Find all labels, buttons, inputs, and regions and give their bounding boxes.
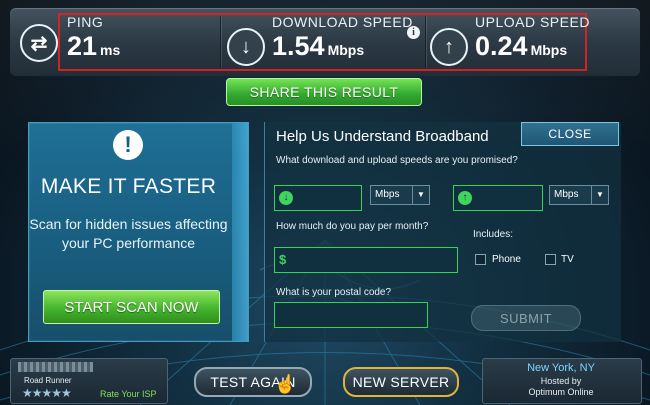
host-name: Optimum Online [528,387,594,397]
pay-question: How much do you pay per month? [276,221,429,232]
upload-unit-value: Mbps [554,189,579,200]
download-metric: DOWNLOAD SPEED 1.54 Mbps [272,14,413,70]
upload-arrow-icon: ↑ [458,191,472,205]
server-city[interactable]: New York, NY [482,362,640,374]
chevron-down-icon: ▼ [591,186,608,204]
close-button[interactable]: CLOSE [521,122,619,146]
phone-label: Phone [492,254,521,265]
upload-value: 0.24 [475,31,528,61]
upload-unit-select[interactable]: Mbps ▼ [549,185,609,205]
submit-button[interactable]: SUBMIT [471,305,581,331]
isp-logo [18,362,93,372]
cursor-hand-icon: ☝ [274,374,297,394]
download-unit-value: Mbps [375,189,400,200]
upload-value-line: 0.24 Mbps [475,31,590,62]
upload-metric: UPLOAD SPEED 0.24 Mbps [475,14,590,70]
tv-label: TV [561,254,574,265]
download-unit: Mbps [327,42,365,58]
hosted-by-label: Hosted by [540,376,582,386]
promo-text: Scan for hidden issues affecting your PC… [29,216,228,251]
rating-stars[interactable]: ★★★★★ [22,386,72,400]
panel-stripe [232,123,248,341]
phone-checkbox[interactable] [475,254,486,265]
download-arrow-icon: ↓ [279,191,293,205]
download-arrow-icon: ↓ [227,28,265,66]
download-unit-select[interactable]: Mbps ▼ [370,185,430,205]
share-result-button[interactable]: SHARE THIS RESULT [226,78,422,106]
postal-code-input[interactable] [274,302,428,328]
ping-unit: ms [100,42,121,58]
download-value-line: 1.54 Mbps [272,31,413,62]
includes-label: Includes: [473,229,514,240]
speeds-question: What download and upload speeds are you … [276,155,518,166]
ping-value-line: 21 ms [67,31,120,62]
currency-symbol: $ [279,252,287,267]
postal-question: What is your postal code? [276,287,392,298]
download-label: DOWNLOAD SPEED [272,14,413,30]
separator [220,16,221,68]
promo-title: MAKE IT FASTER [40,175,217,198]
download-value: 1.54 [272,31,325,61]
upload-arrow-icon: ↑ [430,28,468,66]
exclamation-icon: ! [113,130,143,160]
form-title: Help Us Understand Broadband [276,128,489,145]
rate-isp-link[interactable]: Rate Your ISP [100,389,157,399]
switch-arrows-icon[interactable]: ⇄ [20,24,58,62]
tv-checkbox[interactable] [545,254,556,265]
ping-metric: PING 21 ms [67,14,120,70]
new-server-button[interactable]: NEW SERVER [343,367,459,397]
monthly-price-input[interactable] [274,247,458,273]
server-host: Hosted by Optimum Online [482,376,640,398]
separator [425,16,426,68]
chevron-down-icon: ▼ [412,186,429,204]
start-scan-button[interactable]: START SCAN NOW [43,290,220,324]
ping-value: 21 [67,31,98,61]
info-icon[interactable]: i [407,26,420,39]
upload-label: UPLOAD SPEED [475,14,590,30]
isp-name: Road Runner [24,376,72,385]
upload-unit: Mbps [530,42,568,58]
ping-label: PING [67,14,104,30]
